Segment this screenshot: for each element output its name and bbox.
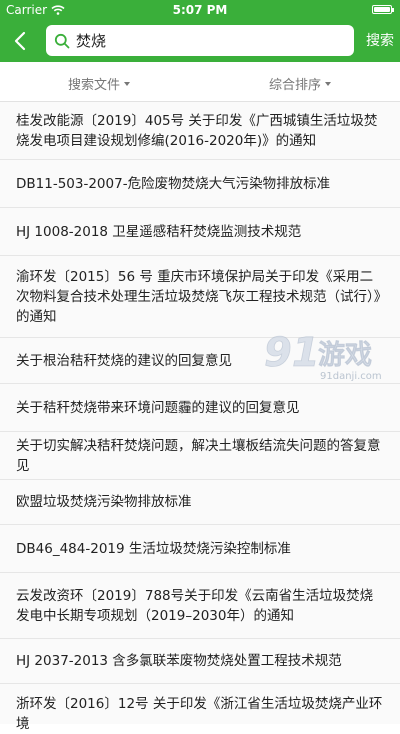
list-item-title: DB11-503-2007-危险废物焚烧大气污染物排放标准: [16, 175, 331, 192]
battery-icon: [372, 5, 394, 14]
svg-text:91danji.com: 91danji.com: [320, 371, 382, 382]
search-icon: [54, 33, 70, 48]
list-item[interactable]: 欧盟垃圾焚烧污染物排放标准: [0, 480, 400, 525]
list-item[interactable]: DB11-503-2007-危险废物焚烧大气污染物排放标准: [0, 160, 400, 208]
search-field[interactable]: [46, 25, 354, 56]
list-item[interactable]: 关于秸秆焚烧带来环境问题霾的建议的回复意见: [0, 384, 400, 432]
list-item-title: 关于切实解决秸秆焚烧问题，解决土壤板结流失问题的答复意见: [16, 437, 381, 474]
site-watermark: 91 游戏 91danji.com: [264, 330, 382, 382]
nav-bar: 搜索: [0, 20, 400, 62]
list-item-title: HJ 2037-2013 含多氯联苯废物焚烧处置工程技术规范: [16, 653, 342, 669]
search-input[interactable]: [76, 31, 316, 50]
sort-label: 综合排序: [269, 78, 322, 93]
list-item[interactable]: 桂发改能源〔2019〕405号 关于印发《广西城镇生活垃圾焚烧发电项目建设规划修…: [0, 102, 400, 160]
search-files-label: 搜索文件: [68, 78, 121, 93]
svg-text:游戏: 游戏: [318, 340, 372, 371]
list-item[interactable]: HJ 2037-2013 含多氯联苯废物焚烧处置工程技术规范: [0, 639, 400, 684]
search-files-dropdown[interactable]: 搜索文件: [68, 74, 131, 93]
list-item-title: 桂发改能源〔2019〕405号 关于印发《广西城镇生活垃圾焚烧发电项目建设规划修…: [16, 112, 378, 149]
chevron-left-icon[interactable]: [8, 28, 34, 54]
list-item-title: 欧盟垃圾焚烧污染物排放标准: [16, 494, 192, 510]
filter-bar: 搜索文件 综合排序: [0, 62, 400, 102]
status-time: 5:07 PM: [172, 3, 228, 17]
list-item[interactable]: 关于切实解决秸秆焚烧问题，解决土壤板结流失问题的答复意见: [0, 432, 400, 480]
list-item-title: HJ 1008-2018 卫星遥感秸秆焚烧监测技术规范: [16, 223, 302, 240]
status-bar: Carrier 5:07 PM: [0, 0, 400, 20]
search-button[interactable]: 搜索: [366, 30, 394, 50]
list-item-title: 关于秸秆焚烧带来环境问题霾的建议的回复意见: [16, 399, 300, 416]
sort-dropdown[interactable]: 综合排序: [269, 74, 332, 93]
list-item-title: 云发改资环〔2019〕788号关于印发《云南省生活垃圾焚烧发电中长期专项规划（2…: [16, 587, 374, 624]
list-item-title: 关于根治秸秆焚烧的建议的回复意见: [16, 352, 232, 369]
svg-text:91: 91: [264, 330, 320, 376]
list-item[interactable]: DB46_484-2019 生活垃圾焚烧污染控制标准: [0, 525, 400, 573]
list-item[interactable]: 云发改资环〔2019〕788号关于印发《云南省生活垃圾焚烧发电中长期专项规划（2…: [0, 573, 400, 639]
caret-down-icon: [124, 81, 131, 86]
results-list: 桂发改能源〔2019〕405号 关于印发《广西城镇生活垃圾焚烧发电项目建设规划修…: [0, 102, 400, 732]
list-item[interactable]: 渝环发〔2015〕56 号 重庆市环境保护局关于印发《采用二次物料复合技术处理生…: [0, 256, 400, 338]
list-item-title: DB46_484-2019 生活垃圾焚烧污染控制标准: [16, 540, 291, 557]
list-item-title: 浙环发〔2016〕12号 关于印发《浙江省生活垃圾焚烧产业环境: [16, 696, 383, 732]
list-item[interactable]: HJ 1008-2018 卫星遥感秸秆焚烧监测技术规范: [0, 208, 400, 256]
list-item-title: 渝环发〔2015〕56 号 重庆市环境保护局关于印发《采用二次物料复合技术处理生…: [16, 268, 381, 325]
caret-down-icon: [325, 81, 332, 86]
list-item[interactable]: 浙环发〔2016〕12号 关于印发《浙江省生活垃圾焚烧产业环境: [0, 684, 400, 732]
